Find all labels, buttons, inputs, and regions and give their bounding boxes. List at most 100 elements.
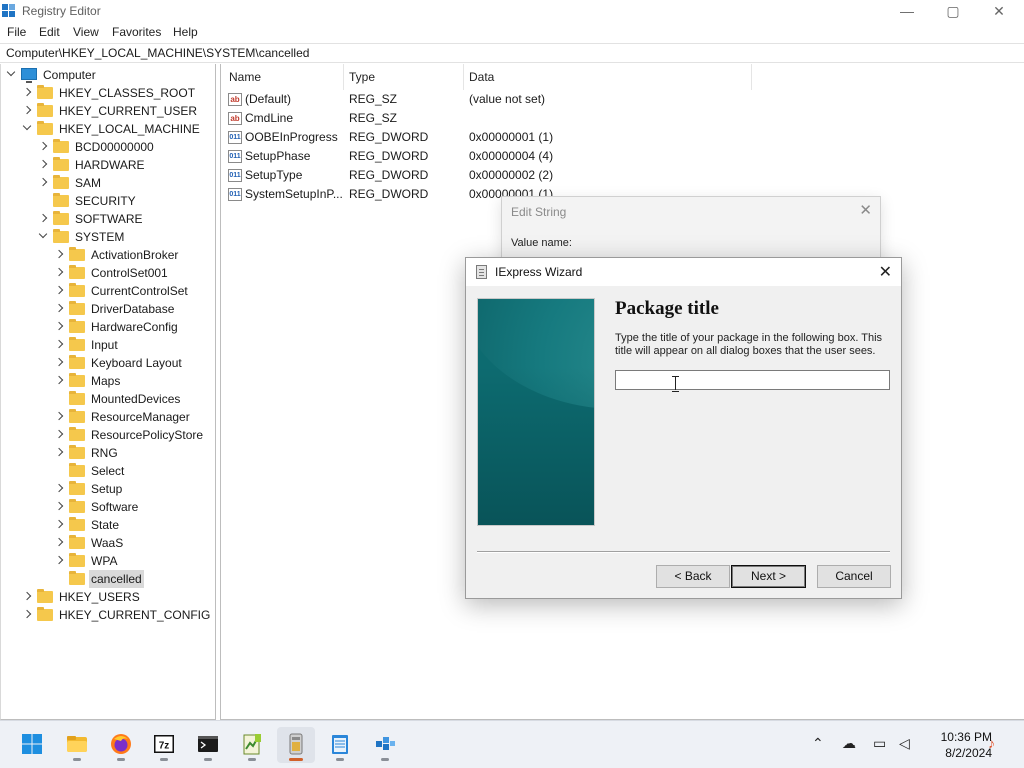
menu-file[interactable]: File <box>7 25 26 39</box>
tree-node[interactable]: HKEY_LOCAL_MACHINE <box>1 120 215 138</box>
taskbar-7zip[interactable]: 7z <box>145 727 183 763</box>
next-button[interactable]: Next > <box>731 565 806 588</box>
tree-node[interactable]: ResourceManager <box>1 408 215 426</box>
tree-node-label: HKEY_CURRENT_USER <box>59 104 198 118</box>
start-button[interactable] <box>13 727 51 763</box>
chevron-down-icon[interactable] <box>7 71 15 79</box>
tree-node[interactable]: CurrentControlSet <box>1 282 215 300</box>
taskbar-iexpress[interactable] <box>277 727 315 763</box>
edit-string-close-icon[interactable]: ✕ <box>859 201 872 219</box>
taskbar-firefox[interactable] <box>102 727 140 763</box>
tree-node[interactable]: SOFTWARE <box>1 210 215 228</box>
cancel-button[interactable]: Cancel <box>817 565 891 588</box>
chevron-right-icon[interactable] <box>39 215 47 223</box>
tree-node[interactable]: ResourcePolicyStore <box>1 426 215 444</box>
chevron-right-icon[interactable] <box>55 305 63 313</box>
tree-node[interactable]: DriverDatabase <box>1 300 215 318</box>
chevron-right-icon[interactable] <box>55 359 63 367</box>
chevron-right-icon[interactable] <box>55 341 63 349</box>
taskbar-notepad-plus-plus[interactable] <box>233 727 271 763</box>
column-header-type[interactable]: Type <box>349 70 375 84</box>
chevron-right-icon[interactable] <box>23 611 31 619</box>
menu-view[interactable]: View <box>73 25 99 39</box>
chevron-right-icon[interactable] <box>23 89 31 97</box>
tree-node[interactable]: HKEY_CURRENT_USER <box>1 102 215 120</box>
chevron-right-icon[interactable] <box>55 485 63 493</box>
tree-node[interactable]: BCD00000000 <box>1 138 215 156</box>
tree-node[interactable]: RNG <box>1 444 215 462</box>
taskbar-file-explorer[interactable] <box>58 727 96 763</box>
chevron-right-icon[interactable] <box>39 143 47 151</box>
tree-node[interactable]: SYSTEM <box>1 228 215 246</box>
chevron-down-icon[interactable] <box>39 233 47 241</box>
chevron-right-icon[interactable] <box>55 323 63 331</box>
tree-node[interactable]: WPA <box>1 552 215 570</box>
chevron-right-icon[interactable] <box>39 179 47 187</box>
maximize-button[interactable]: ▢ <box>930 2 976 20</box>
notification-bell-icon[interactable]: ♪ <box>988 735 995 751</box>
tree-node[interactable]: Maps <box>1 372 215 390</box>
tree-node[interactable]: ControlSet001 <box>1 264 215 282</box>
clock[interactable]: 10:36 PM 8/2/2024 <box>920 729 992 761</box>
column-header-data[interactable]: Data <box>469 70 494 84</box>
chevron-right-icon[interactable] <box>39 161 47 169</box>
tree-node[interactable]: HardwareConfig <box>1 318 215 336</box>
tree-node[interactable]: Input <box>1 336 215 354</box>
value-row[interactable]: ab CmdLine REG_SZ <box>221 109 821 128</box>
close-button[interactable]: ✕ <box>976 2 1022 20</box>
tree-node[interactable]: SAM <box>1 174 215 192</box>
menu-edit[interactable]: Edit <box>39 25 60 39</box>
tree-node[interactable]: Setup <box>1 480 215 498</box>
value-row[interactable]: ab (Default) REG_SZ (value not set) <box>221 90 821 109</box>
chevron-right-icon[interactable] <box>55 539 63 547</box>
tree-node[interactable]: SECURITY <box>1 192 215 210</box>
tree-node[interactable]: ActivationBroker <box>1 246 215 264</box>
tree-node[interactable]: Computer <box>1 66 215 84</box>
chevron-right-icon[interactable] <box>55 269 63 277</box>
tree-node[interactable]: WaaS <box>1 534 215 552</box>
chevron-right-icon[interactable] <box>55 377 63 385</box>
chevron-right-icon[interactable] <box>23 593 31 601</box>
volume-muted-icon[interactable]: ◁ <box>899 735 910 752</box>
string-value-icon: ab <box>228 112 242 125</box>
chevron-right-icon[interactable] <box>55 251 63 259</box>
address-bar[interactable]: Computer\HKEY_LOCAL_MACHINE\SYSTEM\cance… <box>0 43 1024 63</box>
chevron-right-icon[interactable] <box>55 449 63 457</box>
tree-node[interactable]: HKEY_CURRENT_CONFIG <box>1 606 215 624</box>
minimize-button[interactable]: — <box>884 2 930 20</box>
chevron-right-icon[interactable] <box>55 557 63 565</box>
column-header-name[interactable]: Name <box>229 70 261 84</box>
value-row[interactable]: 011 SetupPhase REG_DWORD 0x00000004 (4) <box>221 147 821 166</box>
chevron-down-icon[interactable] <box>23 125 31 133</box>
tree-node-label: DriverDatabase <box>91 302 175 316</box>
tree-node[interactable]: HKEY_CLASSES_ROOT <box>1 84 215 102</box>
tree-node[interactable]: State <box>1 516 215 534</box>
menu-help[interactable]: Help <box>173 25 198 39</box>
tree-node[interactable]: HARDWARE <box>1 156 215 174</box>
show-hidden-icons-chevron-icon[interactable]: ⌃ <box>812 735 824 752</box>
tree-node[interactable]: Software <box>1 498 215 516</box>
tree-node[interactable]: HKEY_USERS <box>1 588 215 606</box>
tree-node[interactable]: MountedDevices <box>1 390 215 408</box>
chevron-right-icon[interactable] <box>23 107 31 115</box>
chevron-right-icon[interactable] <box>55 413 63 421</box>
tree-node[interactable]: Keyboard Layout <box>1 354 215 372</box>
wizard-close-icon[interactable]: ✕ <box>879 262 892 282</box>
taskbar-notepad[interactable] <box>321 727 359 763</box>
chevron-right-icon[interactable] <box>55 503 63 511</box>
tree-node[interactable]: cancelled <box>1 570 215 588</box>
package-title-input[interactable] <box>615 370 890 390</box>
onedrive-offline-icon[interactable]: ☁ <box>842 735 856 752</box>
taskbar-terminal[interactable] <box>189 727 227 763</box>
chevron-right-icon[interactable] <box>55 521 63 529</box>
value-row[interactable]: 011 OOBEInProgress REG_DWORD 0x00000001 (1) <box>221 128 821 147</box>
value-row[interactable]: 011 SetupType REG_DWORD 0x00000002 (2) <box>221 166 821 185</box>
menu-favorites[interactable]: Favorites <box>112 25 161 39</box>
chevron-right-icon[interactable] <box>55 287 63 295</box>
tree-node[interactable]: Select <box>1 462 215 480</box>
back-button[interactable]: < Back <box>656 565 730 588</box>
chevron-right-icon[interactable] <box>55 431 63 439</box>
registry-tree[interactable]: Computer HKEY_CLASSES_ROOT HKEY_CURRENT_US… <box>0 64 216 720</box>
taskbar-registry-editor[interactable] <box>366 727 404 763</box>
network-icon[interactable]: ▭ <box>873 735 886 752</box>
